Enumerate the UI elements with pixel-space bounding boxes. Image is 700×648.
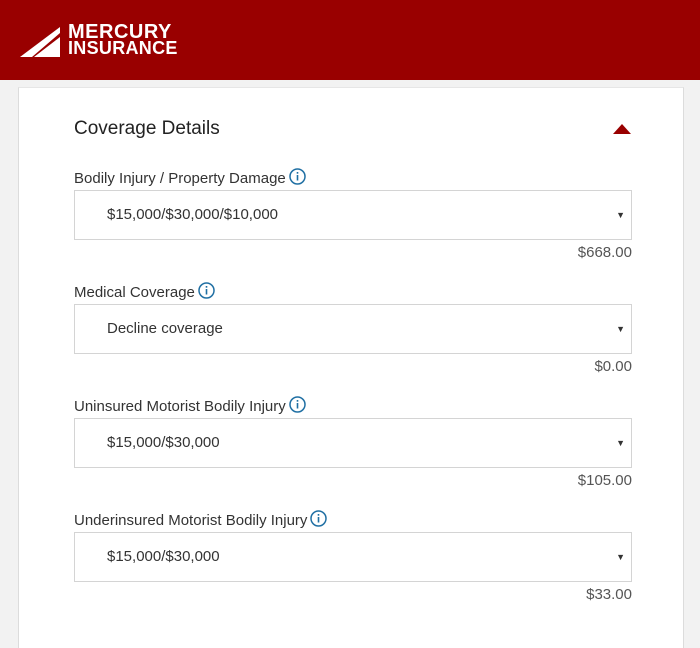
mercury-logo[interactable]: MERCURY INSURANCE bbox=[20, 22, 180, 58]
coverage-label-text: Uninsured Motorist Bodily Injury bbox=[74, 398, 286, 415]
dropdown-arrow-icon: ▼ bbox=[616, 324, 625, 334]
site-header: MERCURY INSURANCE bbox=[0, 0, 700, 80]
mercury-wing-logo-icon bbox=[20, 27, 60, 57]
dropdown-arrow-icon: ▼ bbox=[616, 438, 625, 448]
coverage-label-text: Medical Coverage bbox=[74, 284, 195, 301]
coverage-select[interactable]: $15,000/$30,000/$10,000 ▼ bbox=[74, 190, 632, 240]
coverage-details-card: Coverage Details Bodily Injury / Propert… bbox=[18, 87, 684, 648]
info-icon[interactable] bbox=[310, 510, 328, 531]
coverage-label-text: Underinsured Motorist Bodily Injury bbox=[74, 512, 308, 529]
coverage-label: Underinsured Motorist Bodily Injury bbox=[74, 510, 328, 531]
coverage-label: Uninsured Motorist Bodily Injury bbox=[74, 396, 306, 417]
select-value: $15,000/$30,000/$10,000 bbox=[107, 206, 278, 223]
coverage-label: Bodily Injury / Property Damage bbox=[74, 168, 306, 189]
coverage-select[interactable]: $15,000/$30,000 ▼ bbox=[74, 532, 632, 582]
caret-up-icon[interactable] bbox=[613, 122, 631, 134]
select-value: Decline coverage bbox=[107, 320, 223, 337]
coverage-label: Medical Coverage bbox=[74, 282, 215, 303]
coverage-label-text: Bodily Injury / Property Damage bbox=[74, 170, 286, 187]
coverage-premium: $0.00 bbox=[594, 358, 632, 375]
logo-line2: INSURANCE bbox=[68, 38, 178, 58]
coverage-select[interactable]: $15,000/$30,000 ▼ bbox=[74, 418, 632, 468]
info-icon[interactable] bbox=[289, 396, 306, 417]
coverage-premium: $668.00 bbox=[577, 244, 632, 261]
dropdown-arrow-icon: ▼ bbox=[616, 210, 625, 220]
coverage-select[interactable]: Decline coverage ▼ bbox=[74, 304, 632, 354]
dropdown-arrow-icon: ▼ bbox=[616, 552, 625, 562]
info-icon[interactable] bbox=[289, 168, 306, 189]
coverage-premium: $105.00 bbox=[577, 472, 632, 489]
select-value: $15,000/$30,000 bbox=[107, 548, 220, 565]
logo-wordmark: MERCURY INSURANCE bbox=[68, 22, 178, 58]
section-title: Coverage Details bbox=[74, 118, 220, 139]
coverage-premium: $33.00 bbox=[586, 586, 632, 603]
select-value: $15,000/$30,000 bbox=[107, 434, 220, 451]
info-icon[interactable] bbox=[198, 282, 215, 303]
